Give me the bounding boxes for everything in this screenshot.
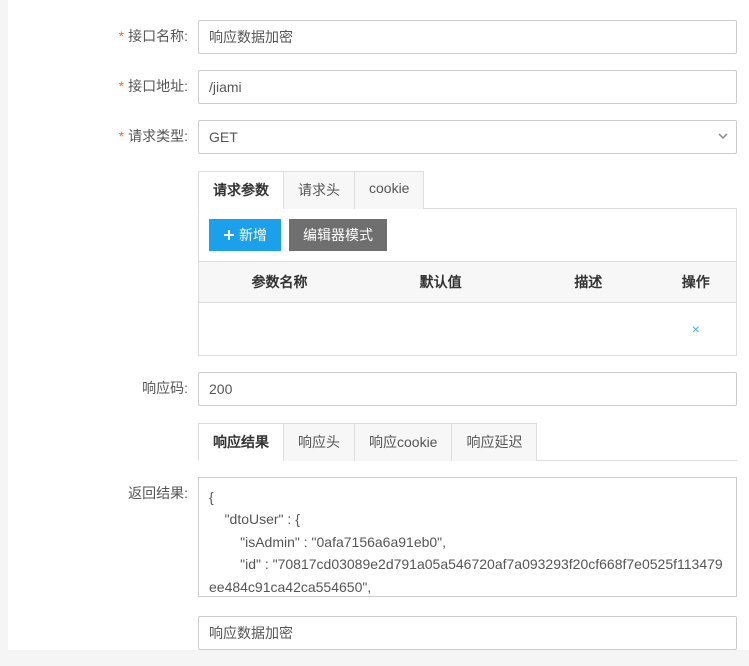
add-param-label: 新增: [239, 225, 267, 245]
tab-response-headers[interactable]: 响应头: [283, 423, 355, 461]
row-interface-address: 接口地址:: [8, 70, 737, 104]
request-tabs: 请求参数 请求头 cookie: [198, 170, 737, 209]
input-bottom-field[interactable]: [198, 616, 737, 650]
col-default-value: 默认值: [360, 262, 521, 303]
add-param-button[interactable]: 新增: [209, 219, 281, 251]
row-response-tabs: 响应结果 响应头 响应cookie 响应延迟: [8, 422, 737, 461]
row-request-params: 请求参数 请求头 cookie 新增 编辑器模式: [8, 170, 737, 356]
cell-param-name: [199, 303, 360, 356]
select-request-type[interactable]: [198, 120, 737, 154]
delete-row-icon[interactable]: ×: [692, 321, 700, 337]
tab-response-result[interactable]: 响应结果: [198, 423, 284, 461]
control-interface-name: [198, 20, 737, 54]
input-interface-name[interactable]: [198, 20, 737, 54]
textarea-return-result[interactable]: [198, 477, 737, 597]
editor-mode-button[interactable]: 编辑器模式: [289, 219, 387, 251]
label-return-result: 返回结果:: [8, 477, 198, 503]
cell-description: [521, 303, 655, 356]
row-request-type: 请求类型:: [8, 120, 737, 154]
row-bottom-field: [8, 616, 737, 650]
table-row: ×: [199, 303, 736, 356]
label-empty-bottom: [8, 616, 198, 622]
tab-request-cookie[interactable]: cookie: [354, 171, 424, 209]
cell-action: ×: [655, 303, 736, 356]
input-interface-address[interactable]: [198, 70, 737, 104]
col-description: 描述: [521, 262, 655, 303]
label-interface-address: 接口地址:: [8, 70, 198, 96]
request-tab-body: 新增 编辑器模式 参数名称 默认值 描述 操作: [198, 209, 737, 356]
tab-response-cookie[interactable]: 响应cookie: [354, 423, 452, 461]
params-table: 参数名称 默认值 描述 操作 ×: [199, 261, 736, 355]
col-action: 操作: [655, 262, 736, 303]
control-return-result: [198, 477, 737, 600]
response-tabs-panel: 响应结果 响应头 响应cookie 响应延迟: [198, 422, 737, 461]
response-tabs: 响应结果 响应头 响应cookie 响应延迟: [198, 422, 737, 461]
cell-default-value: [360, 303, 521, 356]
control-request-type: [198, 120, 737, 154]
label-empty-response-tabs: [8, 422, 198, 428]
label-empty-request-params: [8, 170, 198, 176]
control-response-code: [198, 372, 737, 406]
col-param-name: 参数名称: [199, 262, 360, 303]
form-container: 接口名称: 接口地址: 请求类型: 请求参数 请求头 cookie: [8, 0, 749, 650]
tab-response-delay[interactable]: 响应延迟: [451, 423, 537, 461]
input-response-code[interactable]: [198, 372, 737, 406]
control-interface-address: [198, 70, 737, 104]
row-interface-name: 接口名称:: [8, 20, 737, 54]
tab-request-headers[interactable]: 请求头: [283, 171, 355, 209]
params-toolbar: 新增 编辑器模式: [199, 209, 736, 261]
row-return-result: 返回结果:: [8, 477, 737, 600]
control-bottom-field: [198, 616, 737, 650]
plus-icon: [223, 229, 235, 241]
label-request-type: 请求类型:: [8, 120, 198, 146]
request-params-panel: 请求参数 请求头 cookie 新增 编辑器模式: [198, 170, 737, 356]
label-interface-name: 接口名称:: [8, 20, 198, 46]
tab-request-params[interactable]: 请求参数: [198, 171, 284, 209]
label-response-code: 响应码:: [8, 372, 198, 398]
editor-mode-label: 编辑器模式: [303, 225, 373, 245]
row-response-code: 响应码:: [8, 372, 737, 406]
